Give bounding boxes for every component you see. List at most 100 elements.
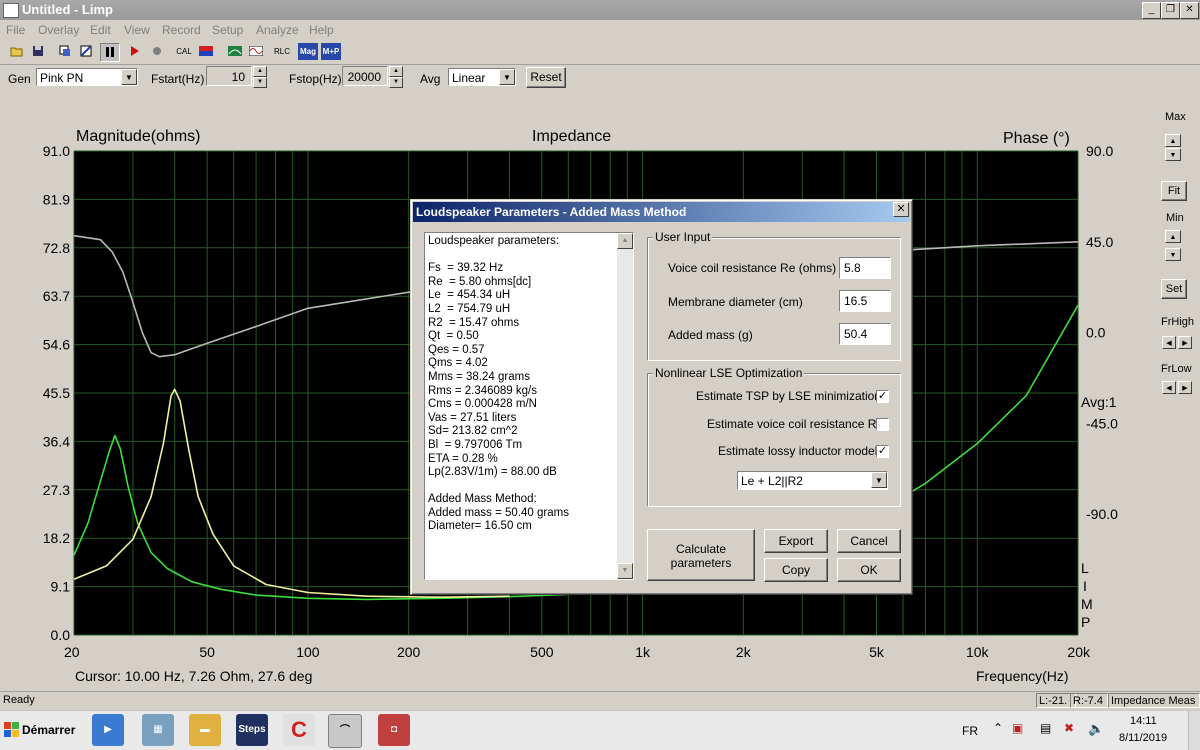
parameter-line: Le = 454.34 uH xyxy=(428,289,511,302)
user-input-group: User Input Voice coil resistance Re (ohm… xyxy=(647,230,901,361)
frhigh-left-button[interactable]: ◀ xyxy=(1162,336,1176,349)
parameter-line: Fs = 39.32 Hz xyxy=(428,262,504,275)
set-button[interactable]: Set xyxy=(1161,279,1187,299)
re-label: Voice coil resistance Re (ohms) xyxy=(668,261,837,275)
parameter-line: L2 = 754.79 uH xyxy=(428,302,511,315)
loudspeaker-parameters-dialog: Loudspeaker Parameters - Added Mass Meth… xyxy=(410,199,913,595)
clock-time: 14:11 xyxy=(1130,715,1157,727)
copy-button[interactable]: Copy xyxy=(764,558,828,582)
min-label: Min xyxy=(1166,212,1184,224)
re-estimate-label: Estimate voice coil resistance Re xyxy=(707,417,884,431)
x-tick-label: 20 xyxy=(64,644,80,660)
x-tick-label: 50 xyxy=(199,644,215,660)
lse-optimization-group: Nonlinear LSE Optimization Estimate TSP … xyxy=(647,366,901,507)
parameter-line: Vas = 27.51 liters xyxy=(428,411,517,424)
windows-logo-icon xyxy=(4,722,19,737)
model-select[interactable]: Le + L2||R2 ▼ xyxy=(737,471,888,490)
ccleaner-icon[interactable]: C xyxy=(283,714,315,746)
min-up-button[interactable]: ▲ xyxy=(1165,230,1181,243)
x-tick-label: 1k xyxy=(635,644,651,660)
y2-tick-label: -90.0 xyxy=(1086,506,1118,522)
x-tick-label: 100 xyxy=(296,644,320,660)
parameter-line: Diameter= 16.50 cm xyxy=(428,520,532,533)
app-taskbar-icon[interactable]: ◘ xyxy=(378,714,410,746)
added-mass-input[interactable]: 50.4 xyxy=(839,323,891,345)
re-estimate-checkbox[interactable] xyxy=(876,418,889,431)
close-button[interactable]: ✕ xyxy=(1180,2,1199,19)
y-tick-label: 72.8 xyxy=(43,240,70,256)
taskbar: Démarrer ▶ ▦ ▬ Steps C ⌒ ◘ FR ⌃ ▣ ▤ ✖ 🔈 … xyxy=(0,710,1200,750)
y-tick-label: 54.6 xyxy=(43,337,70,353)
parameter-line: Lp(2.83V/1m) = 88.00 dB xyxy=(428,466,557,479)
added-mass-label: Added mass (g) xyxy=(668,328,753,342)
parameter-line: Bl = 9.797006 Tm xyxy=(428,438,523,451)
language-indicator[interactable]: FR xyxy=(962,724,978,738)
status-text: Ready xyxy=(3,694,35,706)
y-tick-label: 18.2 xyxy=(43,530,70,546)
tray-network-icon[interactable]: ▤ xyxy=(1040,721,1051,735)
ok-button[interactable]: OK xyxy=(837,558,901,582)
parameter-line xyxy=(428,249,633,263)
status-mode: Impedance Meas xyxy=(1108,693,1200,708)
diameter-label: Membrane diameter (cm) xyxy=(668,295,803,309)
lossy-checkbox[interactable]: ✓ xyxy=(876,445,889,458)
parameter-line: Sd= 213.82 cm^2 xyxy=(428,425,518,438)
frlow-left-button[interactable]: ◀ xyxy=(1162,381,1176,394)
parameter-line: Mms = 38.24 grams xyxy=(428,370,530,383)
tray-flag-icon[interactable]: ✖ xyxy=(1064,721,1074,735)
y-tick-label: 81.9 xyxy=(43,191,70,207)
tsp-label: Estimate TSP by LSE minimization xyxy=(696,389,881,403)
parameter-line: R2 = 15.47 ohms xyxy=(428,316,520,329)
parameter-line: Re = 5.80 ohms[dc] xyxy=(428,275,532,288)
frlow-right-button[interactable]: ▶ xyxy=(1178,381,1192,394)
calculator-icon[interactable]: ▦ xyxy=(142,714,174,746)
parameter-line: ETA = 0.28 % xyxy=(428,452,498,465)
parameter-line: Qes = 0.57 xyxy=(428,343,485,356)
y-tick-label: 0.0 xyxy=(51,627,71,643)
parameters-listbox[interactable]: Loudspeaker parameters: Fs = 39.32 Hz Re =… xyxy=(424,232,634,580)
start-label: Démarrer xyxy=(22,723,76,737)
parameter-line: Rms = 2.346089 kg/s xyxy=(428,384,537,397)
x-tick-label: 200 xyxy=(397,644,421,660)
media-player-icon[interactable]: ▶ xyxy=(92,714,124,746)
scroll-up-icon[interactable]: ▲ xyxy=(617,233,633,249)
min-down-button[interactable]: ▼ xyxy=(1165,248,1181,261)
frhigh-right-button[interactable]: ▶ xyxy=(1178,336,1192,349)
tray-chevron-icon[interactable]: ⌃ xyxy=(993,721,1003,735)
y-tick-label: 63.7 xyxy=(43,288,70,304)
folder-icon[interactable]: ▬ xyxy=(189,714,221,746)
steps-icon[interactable]: Steps xyxy=(236,714,268,746)
right-control-panel: Max ▲ ▼ Fit Min ▲ ▼ Set FrHigh ◀ ▶ FrLow… xyxy=(1148,97,1200,691)
cancel-button[interactable]: Cancel xyxy=(837,529,901,553)
chevron-down-icon[interactable]: ▼ xyxy=(871,472,887,488)
scroll-down-icon[interactable]: ▼ xyxy=(617,563,633,579)
x-tick-label: 20k xyxy=(1067,644,1091,660)
y-tick-label: 9.1 xyxy=(51,579,71,595)
max-up-button[interactable]: ▲ xyxy=(1165,134,1181,147)
parameter-line xyxy=(428,480,633,494)
x-tick-label: 10k xyxy=(966,644,990,660)
restore-button[interactable]: ❐ xyxy=(1161,2,1180,19)
tray-app-icon[interactable]: ▣ xyxy=(1012,721,1023,735)
parameters-scrollbar[interactable]: ▲ ▼ xyxy=(617,233,633,579)
limp-taskbar-icon[interactable]: ⌒ xyxy=(328,714,362,748)
status-r-value: R:-7.4 xyxy=(1070,693,1108,708)
diameter-input[interactable]: 16.5 xyxy=(839,290,891,312)
calculate-parameters-button[interactable]: Calculate parameters xyxy=(647,529,755,581)
dialog-close-button[interactable]: ✕ xyxy=(893,202,909,217)
x-tick-label: 500 xyxy=(530,644,554,660)
lse-title: Nonlinear LSE Optimization xyxy=(653,366,805,380)
show-desktop-button[interactable] xyxy=(1188,711,1200,750)
tsp-checkbox[interactable]: ✓ xyxy=(876,390,889,403)
fit-button[interactable]: Fit xyxy=(1161,181,1187,201)
max-down-button[interactable]: ▼ xyxy=(1165,148,1181,161)
max-label: Max xyxy=(1165,111,1186,123)
clock-date: 8/11/2019 xyxy=(1119,732,1168,744)
y2-tick-label: 0.0 xyxy=(1086,325,1106,341)
re-input[interactable]: 5.8 xyxy=(839,257,891,279)
start-button[interactable]: Démarrer xyxy=(2,715,82,745)
volume-icon[interactable]: 🔈 xyxy=(1088,721,1104,737)
export-button[interactable]: Export xyxy=(764,529,828,553)
y-tick-label: 45.5 xyxy=(43,385,70,401)
y-tick-label: 91.0 xyxy=(43,143,70,159)
